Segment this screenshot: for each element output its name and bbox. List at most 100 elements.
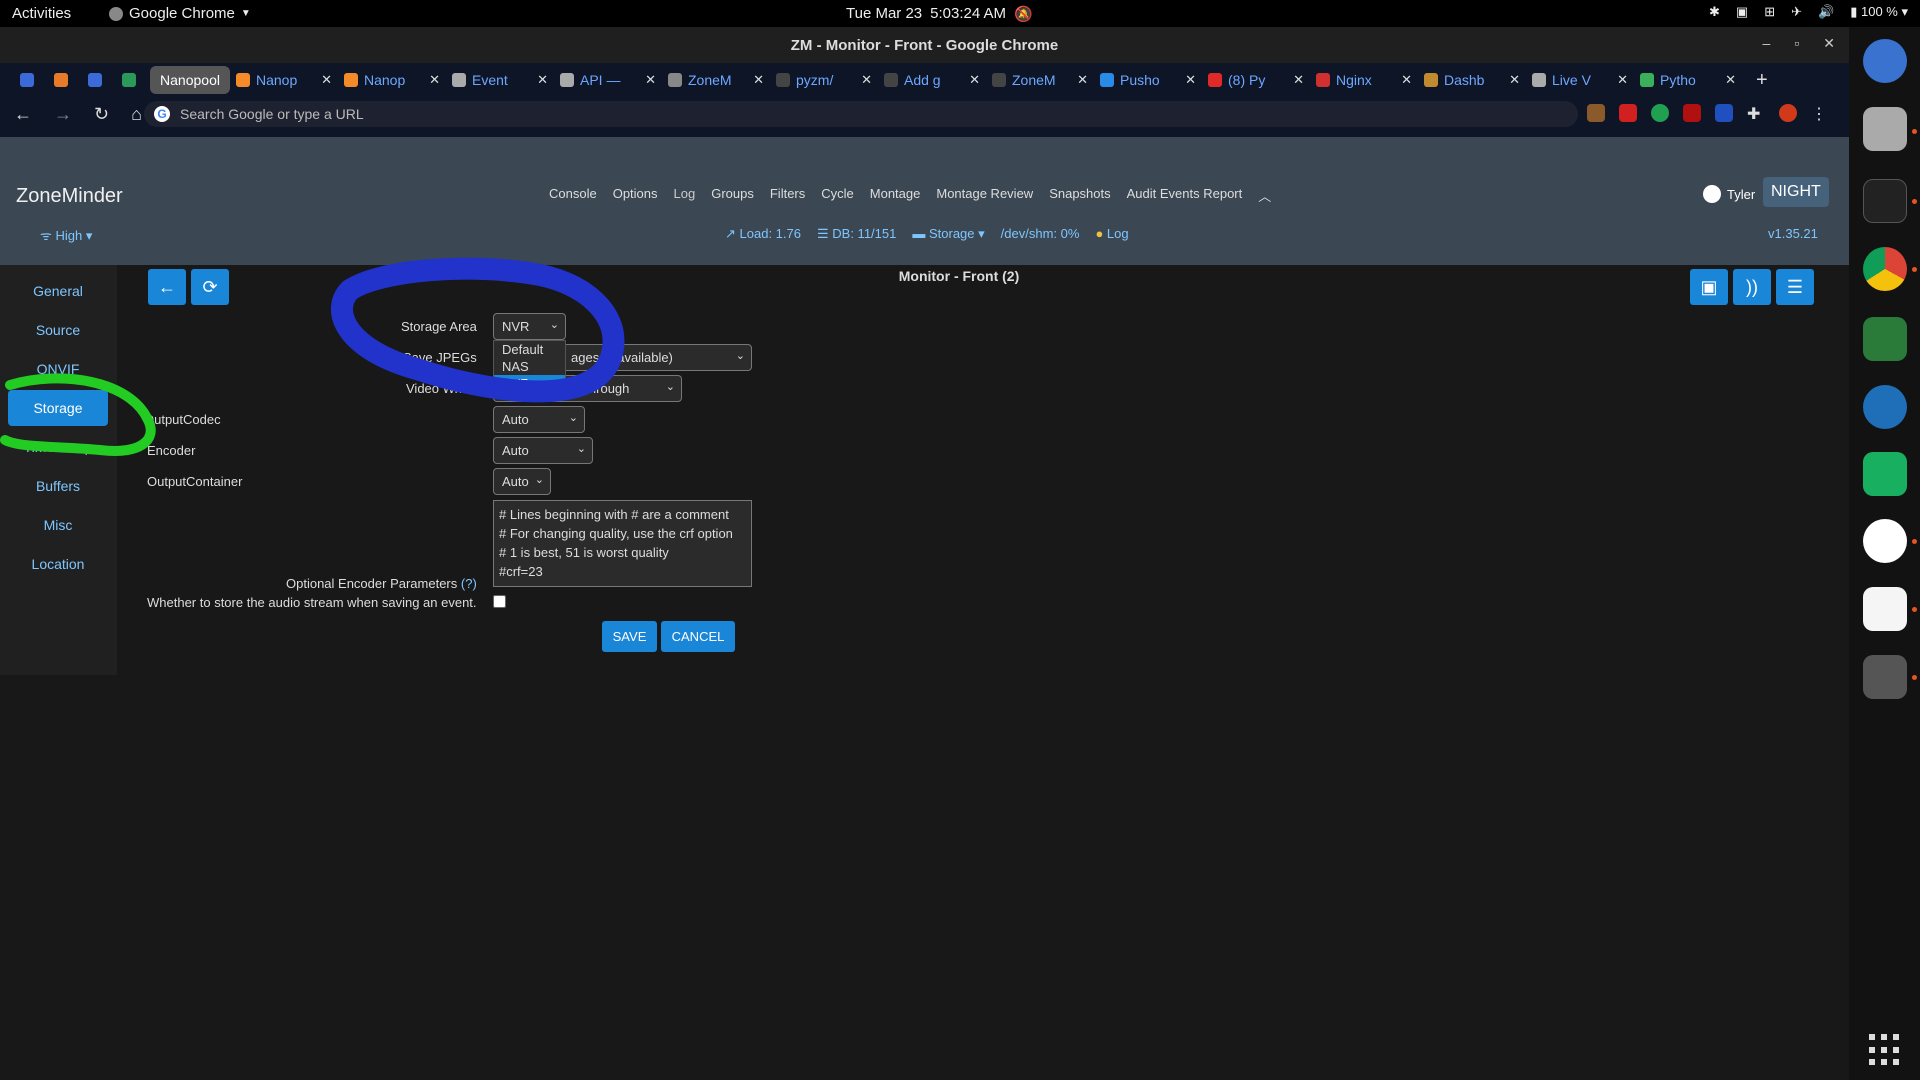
forward-icon[interactable]: → [54,104,72,125]
tab-close-icon[interactable]: ✕ [1509,72,1520,88]
files-icon[interactable] [1863,107,1907,151]
vpn-tray-icon[interactable]: ▣ [1736,4,1748,20]
nav-onvif[interactable]: ONVIF [8,351,108,387]
close-icon[interactable]: ✕ [1823,35,1835,52]
browser-tab[interactable]: Nanop ✕ [338,66,446,94]
chevron-up-icon[interactable]: ︿ [1258,186,1271,205]
menu-groups[interactable]: Groups [711,186,754,205]
tab-close-icon[interactable]: ✕ [1185,72,1196,88]
tab-close-icon[interactable]: ✕ [861,72,872,88]
show-applications-icon[interactable] [1869,1034,1901,1066]
tab-close-icon[interactable]: ✕ [1617,72,1628,88]
browser-tab[interactable]: Live V ✕ [1526,66,1634,94]
output-codec-select[interactable]: Auto ⌄ [493,406,585,433]
tab-close-icon[interactable]: ✕ [537,72,548,88]
menu-filters[interactable]: Filters [770,186,805,205]
clock[interactable]: Tue Mar 23 5:03:24 AM 🔕 [846,5,1033,23]
nav-general[interactable]: General [8,273,108,309]
option-default[interactable]: Default [494,341,565,358]
nav-buffers[interactable]: Buffers [8,468,108,504]
remote-desktop-icon[interactable] [1863,385,1907,429]
airplane-icon[interactable]: ✈ [1791,4,1802,20]
tab-close-icon[interactable]: ✕ [1293,72,1304,88]
slack-icon[interactable] [1863,519,1907,563]
option-nas[interactable]: NAS [494,358,565,375]
nav-source[interactable]: Source [8,312,108,348]
tab-close-icon[interactable]: ✕ [1725,72,1736,88]
battery-indicator[interactable]: ▮ 100 % ▾ [1850,4,1908,20]
list-button[interactable]: ☰ [1776,269,1814,305]
cancel-button[interactable]: CANCEL [661,621,735,652]
app-menu[interactable]: Google Chrome ▼ [109,5,251,22]
tab-close-icon[interactable]: ✕ [645,72,656,88]
feed-button[interactable]: ▣ [1690,269,1728,305]
tab-close-icon[interactable]: ✕ [969,72,980,88]
bandwidth-dropdown[interactable]: ᯤ High ▾ [40,226,92,244]
new-tab-icon[interactable]: + [1756,69,1768,92]
browser-tab[interactable]: Pusho ✕ [1094,66,1202,94]
system-tray[interactable]: ✱ ▣ ⊞ ✈ 🔊 ▮ 100 % ▾ [1709,4,1908,20]
network-icon[interactable]: ⊞ [1764,4,1775,20]
extension-icon[interactable] [1683,104,1701,122]
minimize-icon[interactable]: – [1763,35,1771,52]
downloader-icon[interactable] [1863,317,1907,361]
browser-tab[interactable]: Nanopool [150,66,230,94]
tab-close-icon[interactable]: ✕ [321,72,332,88]
browser-tab[interactable]: pyzm/ ✕ [770,66,878,94]
menu-options[interactable]: Options [613,186,658,205]
tab-close-icon[interactable]: ✕ [1401,72,1412,88]
encoder-select[interactable]: Auto ⌄ [493,437,593,464]
volume-icon[interactable]: 🔊 [1818,4,1834,20]
profile-avatar[interactable] [1779,104,1797,122]
browser-tab[interactable]: Nanop ✕ [230,66,338,94]
browser-tab[interactable]: API — ✕ [554,66,662,94]
help-link[interactable]: (?) [461,576,477,591]
storage-area-select[interactable]: NVR ⌄ [493,313,566,340]
reload-icon[interactable]: ↻ [94,104,109,125]
kebab-menu-icon[interactable]: ⋮ [1811,104,1829,123]
gimp-icon[interactable] [1863,655,1907,699]
activities-button[interactable]: Activities [12,5,71,22]
browser-tab[interactable] [14,66,48,94]
menu-log[interactable]: Log [674,186,696,205]
browser-tab[interactable]: (8) Py ✕ [1202,66,1310,94]
nav-misc[interactable]: Misc [8,507,108,543]
option-nvr[interactable]: NVR [494,375,565,392]
record-audio-checkbox[interactable] [493,595,506,608]
rss-button[interactable]: )) [1733,269,1771,305]
menu-console[interactable]: Console [549,186,597,205]
text-editor-icon[interactable] [1863,587,1907,631]
tab-close-icon[interactable]: ✕ [753,72,764,88]
browser-tab[interactable]: ZoneM ✕ [986,66,1094,94]
chrome-dock-icon[interactable] [1863,247,1907,291]
sync-app-icon[interactable] [1863,452,1907,496]
thunderbird-icon[interactable] [1863,39,1907,83]
storage-dropdown[interactable]: ▬ Storage ▾ [912,226,984,242]
extension-icon[interactable] [1619,104,1637,122]
menu-snapshots[interactable]: Snapshots [1049,186,1110,205]
nav-timestamp[interactable]: Timestamp [8,429,108,465]
save-button[interactable]: SAVE [602,621,657,652]
puzzle-icon[interactable]: ✚ [1747,104,1765,123]
extension-icon[interactable] [1587,104,1605,122]
system-monitor-icon[interactable] [1863,179,1907,223]
output-container-select[interactable]: Auto ⌄ [493,468,551,495]
log-link[interactable]: ● Log [1095,226,1128,242]
night-mode-button[interactable]: NIGHT [1763,177,1829,207]
browser-tab[interactable] [48,66,82,94]
extension-icon[interactable] [1651,104,1669,122]
encoder-params-textarea[interactable]: # Lines beginning with # are a comment #… [493,500,752,587]
browser-tab[interactable] [82,66,116,94]
menu-montage[interactable]: Montage [870,186,921,205]
extension-icon[interactable] [1715,104,1733,122]
browser-tab[interactable]: ZoneM ✕ [662,66,770,94]
menu-cycle[interactable]: Cycle [821,186,854,205]
tab-close-icon[interactable]: ✕ [1077,72,1088,88]
address-bar[interactable]: G Search Google or type a URL [144,101,1578,127]
browser-tab[interactable]: Nginx ✕ [1310,66,1418,94]
browser-tab[interactable]: Add g ✕ [878,66,986,94]
nav-location[interactable]: Location [8,546,108,582]
user-menu[interactable]: Tyler [1703,185,1755,203]
browser-tab[interactable]: Event ✕ [446,66,554,94]
browser-tab[interactable] [116,66,150,94]
